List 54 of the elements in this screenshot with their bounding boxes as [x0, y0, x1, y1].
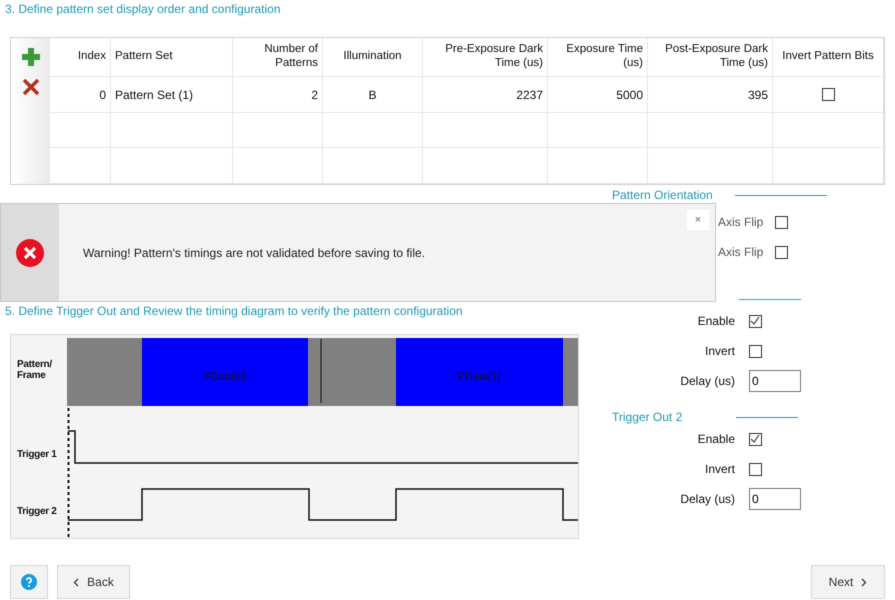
warning-message: Warning! Pattern's timings are not validated before saving to file. — [83, 246, 426, 260]
pattern-label: PData[1] — [458, 371, 500, 383]
checkbox-label: Enable — [696, 314, 735, 328]
column-header: Pre-Exposure Dark Time (us) — [423, 38, 548, 78]
table-cell: Pattern Set (1) — [111, 77, 233, 113]
chevron-left-icon — [73, 578, 80, 586]
group-title: Trigger Out 2 — [612, 410, 682, 424]
column-header: Post-Exposure Dark Time (us) — [648, 38, 773, 78]
back-button[interactable]: Back — [57, 565, 130, 599]
add-icon[interactable] — [22, 48, 40, 66]
checkbox[interactable] — [775, 246, 788, 258]
field-label: Delay (us) — [679, 492, 735, 506]
close-button[interactable]: × — [687, 210, 709, 230]
checkbox-label: Axis Flip — [718, 215, 764, 229]
column-header: Invert Pattern Bits — [773, 38, 884, 78]
checkbox[interactable] — [749, 344, 762, 358]
delay-field[interactable]: 0 — [749, 488, 801, 510]
table-cell: 395 — [648, 77, 773, 113]
group-title: Pattern Orientation — [612, 188, 713, 202]
help-icon — [21, 574, 37, 590]
row-label: Trigger 1 — [17, 449, 57, 460]
checkbox[interactable] — [822, 88, 834, 102]
table-cell: 5000 — [548, 77, 648, 113]
column-header: Exposure Time (us) — [548, 38, 648, 78]
empty-cell — [50, 112, 111, 148]
delay-field[interactable]: 0 — [749, 370, 801, 392]
chevron-right-icon — [861, 578, 868, 586]
checkbox[interactable] — [775, 216, 788, 228]
column-header: Index — [50, 38, 111, 78]
checkbox-label: Invert — [704, 344, 735, 358]
table-cell: B — [323, 77, 423, 113]
help-button[interactable] — [10, 565, 48, 599]
row-label: Pattern/ Frame — [17, 359, 53, 381]
error-icon — [16, 238, 44, 266]
section-title: 3. Define pattern set display order and configuration — [4, 1, 282, 18]
row-label: Trigger 2 — [17, 506, 57, 517]
table-cell: 2237 — [423, 77, 548, 113]
column-header: Number of Patterns — [233, 38, 323, 78]
table-cell: 0 — [50, 77, 111, 113]
column-header: Pattern Set — [111, 38, 233, 78]
checkbox[interactable] — [749, 462, 762, 476]
empty-cell — [50, 148, 111, 184]
checkbox-label: Axis Flip — [718, 245, 764, 259]
delete-icon[interactable] — [22, 78, 40, 96]
checkbox-label: Invert — [704, 462, 735, 476]
field-label: Delay (us) — [679, 374, 735, 388]
checkbox[interactable] — [749, 314, 762, 328]
table-cell: 2 — [233, 77, 323, 113]
checkbox-label: Enable — [696, 432, 735, 446]
next-button[interactable]: Next — [811, 565, 885, 599]
checkbox[interactable] — [749, 432, 762, 446]
section-title: 5. Define Trigger Out and Review the timing diagram to verify the pattern configuration — [5, 304, 464, 318]
pattern-label: PData[0] — [204, 371, 246, 383]
column-header: Illumination — [323, 38, 423, 78]
